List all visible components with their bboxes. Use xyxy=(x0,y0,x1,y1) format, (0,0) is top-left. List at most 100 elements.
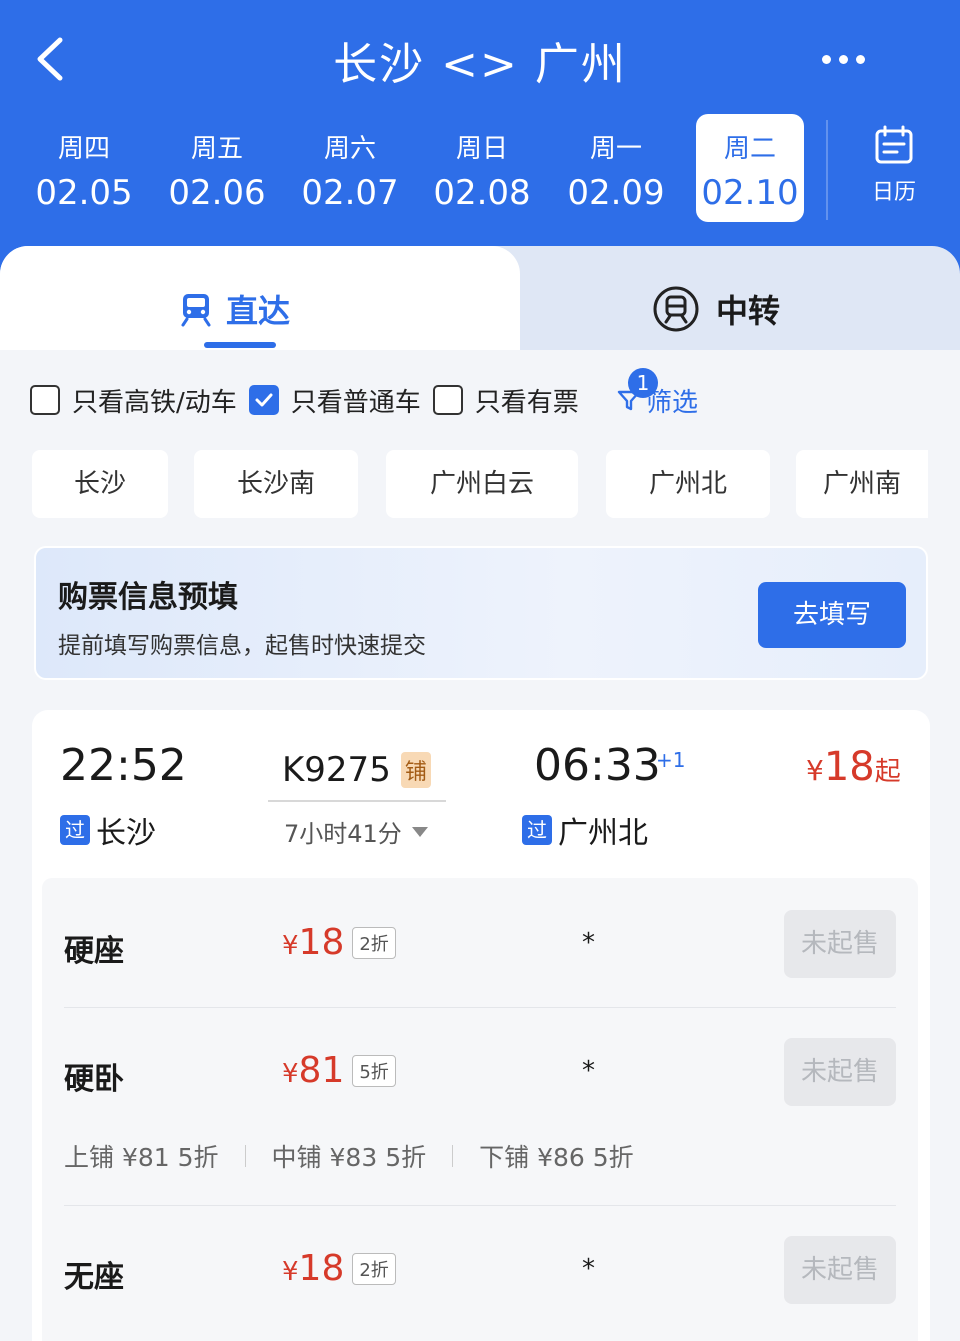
date-value: 02.07 xyxy=(301,173,399,213)
berth-tag: 铺 xyxy=(400,752,431,788)
seat-price-value: 18 xyxy=(298,1248,345,1289)
date-weekday: 周日 xyxy=(455,134,508,164)
filter-count-badge: 1 xyxy=(628,368,658,398)
caret-down-icon xyxy=(411,826,428,837)
date-weekday: 周五 xyxy=(190,134,243,164)
filter-row: 只看高铁/动车 只看普通车 只看有票 xyxy=(30,380,591,420)
currency-symbol: ¥ xyxy=(282,930,299,961)
more-options-icon[interactable] xyxy=(818,50,872,70)
price-suffix: 起 xyxy=(874,757,901,787)
transfer-train-icon xyxy=(653,286,699,332)
date-item[interactable]: 周五 02.06 xyxy=(163,114,271,222)
seat-price-value: 18 xyxy=(298,922,345,963)
date-item[interactable]: 周一 02.09 xyxy=(562,114,670,222)
calendar-divider xyxy=(826,120,828,220)
discount-tag: 2折 xyxy=(352,1252,396,1285)
date-item-selected[interactable]: 周二 02.10 xyxy=(696,114,804,222)
berth-discount: 5折 xyxy=(592,1143,634,1172)
date-value: 02.09 xyxy=(567,173,665,213)
tab-transfer[interactable]: 中转 xyxy=(652,284,780,334)
calendar-icon xyxy=(875,125,913,164)
train-number[interactable]: K9275 铺 xyxy=(282,750,431,790)
calendar-label: 日历 xyxy=(871,180,916,205)
currency-symbol: ¥ xyxy=(282,1058,299,1089)
tab-direct-label: 直达 xyxy=(226,292,291,330)
prefill-banner: 购票信息预填 提前填写购票信息，起售时快速提交 去填写 xyxy=(34,546,928,680)
date-selector: 周四 02.05 周五 02.06 周六 02.07 周日 02.08 周一 0… xyxy=(18,114,828,222)
berth-price: ¥81 xyxy=(121,1143,170,1172)
berth-separator xyxy=(452,1145,454,1167)
filter-available-label: 只看有票 xyxy=(474,387,579,418)
seat-price: ¥18 2折 xyxy=(282,922,396,963)
prefill-button[interactable]: 去填写 xyxy=(758,582,906,648)
date-weekday: 周四 xyxy=(57,134,110,164)
seat-availability: * xyxy=(582,1056,595,1086)
station-chip[interactable]: 长沙南 xyxy=(194,450,358,518)
discount-tag: 2折 xyxy=(352,926,396,959)
date-value: 02.06 xyxy=(168,173,266,213)
train-icon xyxy=(181,294,211,327)
filter-available-checkbox[interactable]: 只看有票 xyxy=(432,382,579,419)
tab-active-indicator xyxy=(204,342,276,348)
date-value: 02.10 xyxy=(701,173,799,213)
date-item[interactable]: 周四 02.05 xyxy=(30,114,138,222)
date-item[interactable]: 周日 02.08 xyxy=(428,114,536,222)
filter-high-speed-checkbox[interactable]: 只看高铁/动车 xyxy=(30,382,237,419)
row-divider xyxy=(64,1007,896,1008)
not-on-sale-button[interactable]: 未起售 xyxy=(784,910,896,978)
berth-price-list: 上铺 ¥81 5折 中铺 ¥83 5折 下铺 ¥86 5折 xyxy=(64,1138,634,1174)
depart-station-name: 长沙 xyxy=(96,816,156,851)
arrive-station: 过 广州北 xyxy=(522,808,648,852)
berth-discount: 5折 xyxy=(385,1143,427,1172)
date-item[interactable]: 周六 02.07 xyxy=(296,114,404,222)
berth-name: 中铺 xyxy=(271,1143,322,1172)
berth-separator xyxy=(244,1145,246,1167)
seat-type: 无座 xyxy=(64,1260,124,1295)
duration-toggle[interactable]: 7小时41分 xyxy=(284,814,428,849)
station-chip[interactable]: 广州南 xyxy=(796,450,928,518)
seat-availability: * xyxy=(582,928,595,958)
berth-price: ¥83 xyxy=(329,1143,378,1172)
price-from: ¥18起 xyxy=(806,744,901,790)
checkbox-unchecked xyxy=(432,385,463,415)
checkbox-checked-icon xyxy=(248,385,279,415)
berth-item: 上铺 ¥81 5折 xyxy=(64,1138,219,1174)
not-on-sale-button[interactable]: 未起售 xyxy=(784,1236,896,1304)
currency-symbol: ¥ xyxy=(806,754,824,787)
tab-direct[interactable]: 直达 xyxy=(178,284,290,334)
seat-type: 硬座 xyxy=(64,934,124,969)
date-value: 02.05 xyxy=(35,173,133,213)
calendar-button[interactable]: 日历 xyxy=(858,124,930,208)
filter-regular-checkbox[interactable]: 只看普通车 xyxy=(248,382,421,419)
prefill-subtitle: 提前填写购票信息，起售时快速提交 xyxy=(58,633,426,659)
arrive-station-name: 广州北 xyxy=(558,816,648,851)
seat-type: 硬卧 xyxy=(64,1062,124,1097)
seat-price-value: 81 xyxy=(298,1050,345,1091)
station-chip[interactable]: 长沙 xyxy=(32,450,168,518)
station-chip[interactable]: 广州白云 xyxy=(386,450,578,518)
seat-price: ¥18 2折 xyxy=(282,1248,396,1289)
berth-name: 下铺 xyxy=(479,1143,530,1172)
filter-high-speed-label: 只看高铁/动车 xyxy=(72,387,237,418)
berth-name: 上铺 xyxy=(64,1143,115,1172)
seat-price: ¥81 5折 xyxy=(282,1050,396,1091)
date-weekday: 周二 xyxy=(723,134,776,164)
depart-station: 过 长沙 xyxy=(60,808,156,852)
seat-availability: * xyxy=(582,1254,595,1284)
depart-time: 22:52 xyxy=(60,740,187,791)
train-number-text: K9275 xyxy=(282,750,391,790)
berth-discount: 5折 xyxy=(177,1143,219,1172)
filter-regular-label: 只看普通车 xyxy=(290,387,421,418)
date-value: 02.08 xyxy=(433,173,531,213)
duration-text: 7小时41分 xyxy=(284,820,402,848)
berth-item: 中铺 ¥83 5折 xyxy=(272,1138,427,1174)
page-title: 长沙 <> 广州 xyxy=(333,39,627,90)
berth-price: ¥86 xyxy=(537,1143,585,1172)
row-divider xyxy=(64,1205,896,1206)
station-chip[interactable]: 广州北 xyxy=(606,450,770,518)
arrive-time: 06:33 xyxy=(534,740,661,791)
checkbox-unchecked xyxy=(30,385,60,415)
currency-symbol: ¥ xyxy=(282,1256,299,1287)
next-day-marker: +1 xyxy=(656,748,686,772)
not-on-sale-button[interactable]: 未起售 xyxy=(784,1038,896,1106)
